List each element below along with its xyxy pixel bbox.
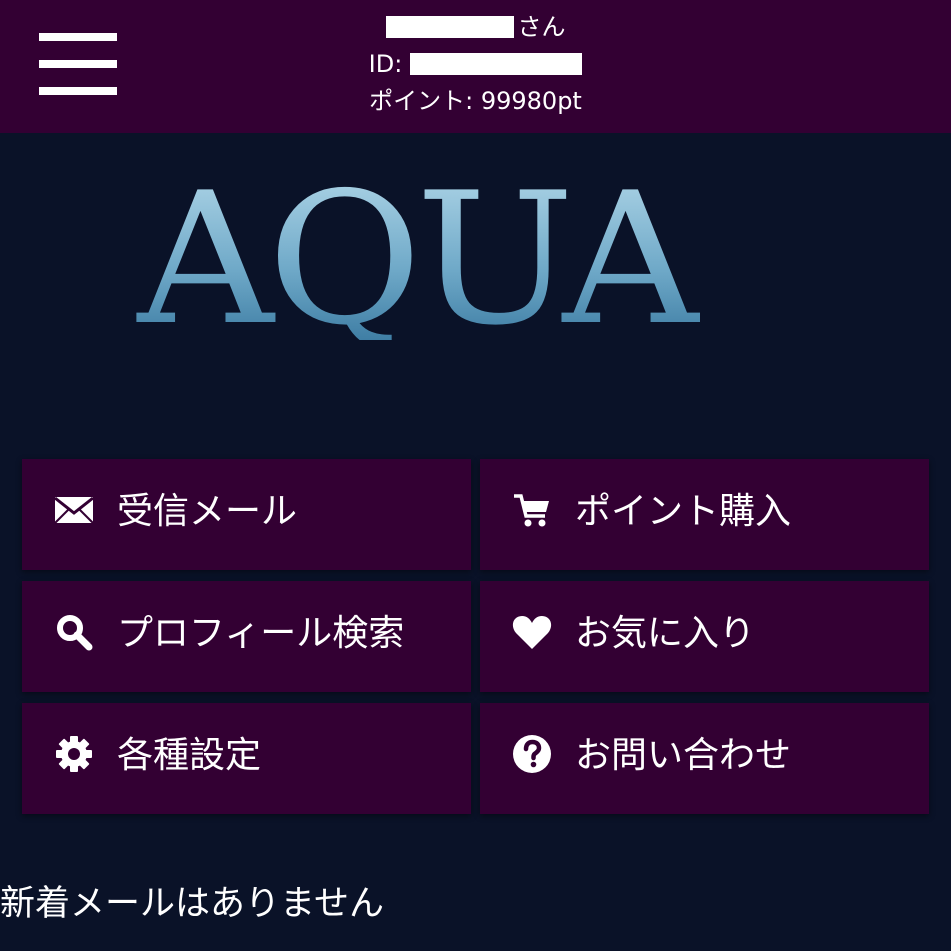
user-info: さん ID: ポイント: 99980pt [0,8,951,119]
menu-buy-points-button[interactable]: ポイント購入 [480,459,929,570]
logo-text: AQUA [135,180,700,340]
aqua-logo: AQUA [130,153,707,365]
redacted-user-name [385,15,514,38]
menu-label: お気に入り [575,613,756,654]
menu-contact-button[interactable]: お問い合わせ [480,703,929,814]
points-text: ポイント: 99980pt [369,86,582,115]
no-new-mail-message: 新着メールはありません [0,884,384,924]
menu-label: お問い合わせ [575,735,792,776]
header-bar: さん ID: ポイント: 99980pt [0,0,951,133]
user-name-line: さん [0,8,951,45]
logo-graphic: AQUA [135,153,707,365]
menu-label: 各種設定 [117,735,262,776]
heart-icon [510,612,554,652]
points-line: ポイント: 99980pt [0,82,951,119]
name-suffix: さん [517,12,566,41]
redacted-user-id [410,52,583,75]
menu-favorites-button[interactable]: お気に入り [480,581,929,692]
menu-inbox-button[interactable]: 受信メール [22,459,471,570]
menu-settings-button[interactable]: 各種設定 [22,703,471,814]
question-icon [510,734,554,774]
search-icon [52,612,96,652]
menu-label: 受信メール [117,491,298,532]
menu-label: ポイント購入 [575,491,792,532]
cart-icon [510,490,554,530]
menu-label: プロフィール検索 [117,613,405,654]
gear-icon [52,734,96,774]
user-id-line: ID: [0,45,951,82]
menu-profile-search-button[interactable]: プロフィール検索 [22,581,471,692]
envelope-icon [52,490,96,530]
id-label: ID: [368,49,403,78]
